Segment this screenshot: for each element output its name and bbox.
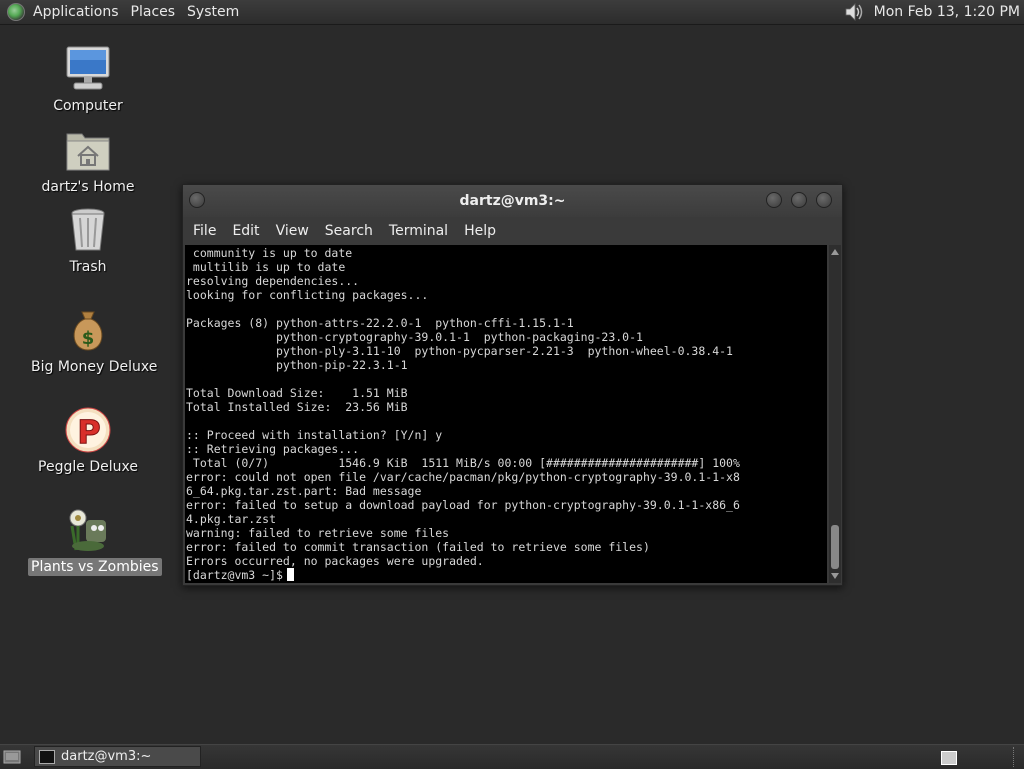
minimize-button[interactable] [766,192,782,208]
menu-applications[interactable]: Applications [29,0,127,24]
desktop-icon-big-money[interactable]: $ Big Money Deluxe [28,306,157,376]
desktop-icon-home[interactable]: dartz's Home [28,126,148,196]
terminal-titlebar[interactable]: dartz@vm3:~ [183,185,842,217]
terminal-menubar: File Edit View Search Terminal Help [183,217,842,245]
desktop-icon-label: Plants vs Zombies [28,558,162,576]
clock[interactable]: Mon Feb 13, 1:20 PM [874,0,1024,24]
computer-icon [64,45,112,93]
home-folder-icon [64,126,112,174]
desktop-icon-label: dartz's Home [41,179,135,195]
top-menu: Applications Places System [0,0,247,24]
terminal-output: community is up to date multilib is up t… [186,246,740,568]
desktop-icon-label: Trash [69,259,107,275]
svg-text:P: P [77,413,100,451]
terminal-scrollbar[interactable] [829,245,841,583]
desktop-icon-plants-vs-zombies[interactable]: Plants vs Zombies [28,506,162,576]
scroll-up-arrow-icon[interactable] [831,249,839,255]
svg-text:$: $ [82,328,95,349]
panel-grip [1013,747,1018,767]
terminal-prompt-line[interactable]: [dartz@vm3 ~]$ [185,568,827,582]
scrollbar-thumb[interactable] [831,525,839,569]
shell-prompt: [dartz@vm3 ~]$ [186,568,283,582]
distro-logo-icon[interactable] [7,3,25,21]
maximize-button[interactable] [791,192,807,208]
volume-icon[interactable] [844,2,866,22]
money-bag-icon: $ [64,306,112,354]
plants-vs-zombies-icon [64,506,112,554]
peggle-icon: P [64,406,112,454]
desktop-icon-label: Big Money Deluxe [31,359,158,375]
text-cursor [286,568,294,581]
desktop-icon-computer[interactable]: Computer [28,45,148,115]
taskbar-window-label: dartz@vm3:~ [61,749,152,764]
trash-icon [64,206,112,254]
workspace-switcher[interactable] [941,751,957,765]
bottom-panel: dartz@vm3:~ [0,744,1024,769]
desktop-icon-trash[interactable]: Trash [28,206,148,276]
taskbar-terminal-button[interactable]: dartz@vm3:~ [34,746,201,767]
window-menu-button[interactable] [189,192,205,208]
menu-search[interactable]: Search [317,217,381,245]
scroll-down-arrow-icon[interactable] [831,573,839,579]
desktop-icon-label: Computer [53,98,123,114]
menu-terminal[interactable]: Terminal [381,217,456,245]
desktop-icon-peggle[interactable]: P Peggle Deluxe [28,406,148,476]
terminal-icon [39,749,55,764]
menu-places[interactable]: Places [127,0,184,24]
menu-system[interactable]: System [183,0,247,24]
menu-help[interactable]: Help [456,217,504,245]
menu-file[interactable]: File [185,217,224,245]
close-button[interactable] [816,192,832,208]
terminal-output-area[interactable]: community is up to date multilib is up t… [185,245,827,583]
window-title: dartz@vm3:~ [459,193,566,209]
top-panel: Applications Places System Mon Feb 13, 1… [0,0,1024,25]
show-desktop-icon[interactable] [3,749,21,765]
desktop-icon-label: Peggle Deluxe [38,459,138,475]
panel-tray: Mon Feb 13, 1:20 PM [844,0,1024,24]
menu-edit[interactable]: Edit [224,217,267,245]
terminal-window[interactable]: dartz@vm3:~ File Edit View Search Termin… [182,184,843,586]
menu-view[interactable]: View [268,217,317,245]
